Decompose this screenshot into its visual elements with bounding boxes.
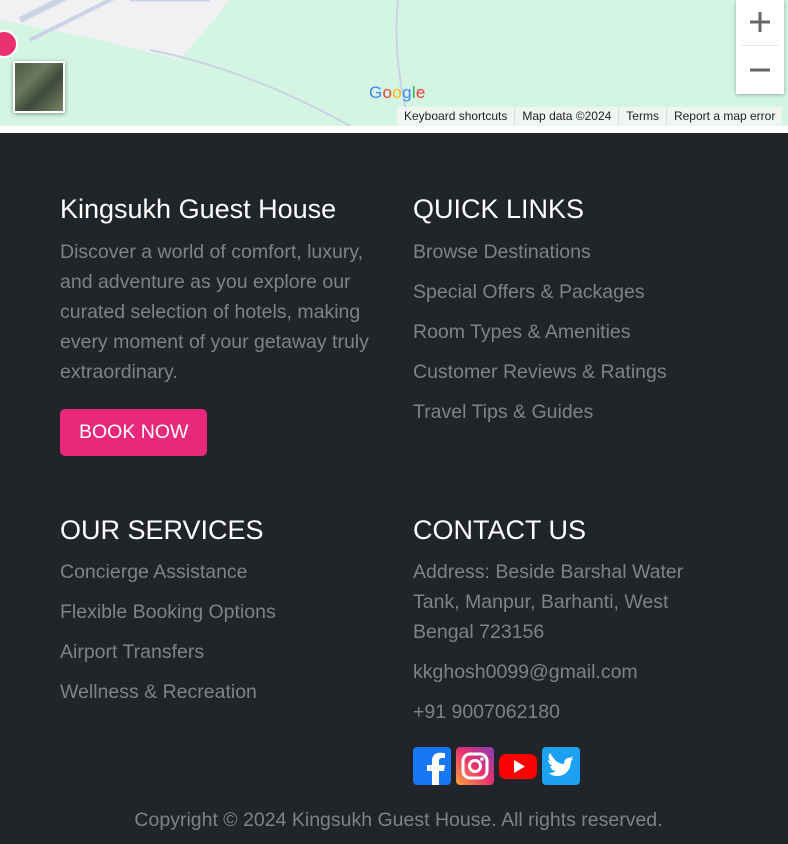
contact-phone[interactable]: +91 9007062180	[413, 697, 713, 727]
service-airport-transfers[interactable]: Airport Transfers	[60, 640, 390, 664]
about-description: Discover a world of comfort, luxury, and…	[60, 241, 369, 383]
minus-icon	[750, 68, 770, 72]
copyright-text: Copyright © 2024 Kingsukh Guest House. A…	[134, 809, 663, 831]
contact-section: CONTACT US Address: Beside Barshal Water…	[413, 514, 713, 727]
quick-link-browse-destinations[interactable]: Browse Destinations	[413, 240, 753, 264]
quick-links-title: QUICK LINKS	[413, 194, 585, 224]
terms-link[interactable]: Terms	[618, 107, 666, 126]
report-map-error-link[interactable]: Report a map error	[665, 107, 782, 126]
book-now-button[interactable]: BOOK NOW	[60, 409, 208, 456]
quick-links-section: QUICK LINKS Browse Destinations Special …	[413, 193, 753, 440]
brand-title: Kingsukh Guest House	[60, 194, 337, 224]
zoom-out-button[interactable]	[736, 48, 784, 92]
keyboard-shortcuts-link[interactable]: Keyboard shortcuts	[397, 107, 514, 126]
quick-link-customer-reviews[interactable]: Customer Reviews & Ratings	[413, 360, 753, 384]
quick-link-special-offers[interactable]: Special Offers & Packages	[413, 280, 753, 304]
map-attribution: Keyboard shortcuts Map data ©2024 Terms …	[397, 107, 783, 126]
facebook-icon[interactable]	[413, 747, 451, 785]
twitter-icon[interactable]	[542, 747, 580, 785]
google-logo: Google	[369, 83, 426, 102]
service-concierge[interactable]: Concierge Assistance	[60, 560, 390, 584]
quick-link-room-types[interactable]: Room Types & Amenities	[413, 320, 753, 344]
zoom-in-button[interactable]	[736, 0, 784, 44]
map-embed[interactable]: Google Keyboard shortcuts Map data ©2024…	[0, 0, 788, 126]
services-title: OUR SERVICES	[60, 515, 264, 545]
service-wellness[interactable]: Wellness & Recreation	[60, 680, 390, 704]
social-links	[413, 747, 580, 785]
plus-icon	[750, 12, 770, 32]
quick-link-travel-tips[interactable]: Travel Tips & Guides	[413, 400, 753, 424]
youtube-icon[interactable]	[499, 747, 537, 785]
zoom-controls	[736, 0, 784, 94]
contact-title: CONTACT US	[413, 515, 587, 545]
about-section: Kingsukh Guest House Discover a world of…	[60, 193, 390, 456]
services-section: OUR SERVICES Concierge Assistance Flexib…	[60, 514, 390, 720]
service-flexible-booking[interactable]: Flexible Booking Options	[60, 600, 390, 624]
contact-email[interactable]: kkghosh0099@gmail.com	[413, 657, 713, 687]
map-data-text: Map data ©2024	[514, 107, 618, 126]
zoom-divider	[742, 45, 778, 46]
instagram-icon[interactable]	[456, 747, 494, 785]
map-bottom-strip	[0, 126, 788, 133]
satellite-toggle[interactable]	[13, 61, 65, 113]
contact-address: Address: Beside Barshal Water Tank, Manp…	[413, 561, 684, 643]
